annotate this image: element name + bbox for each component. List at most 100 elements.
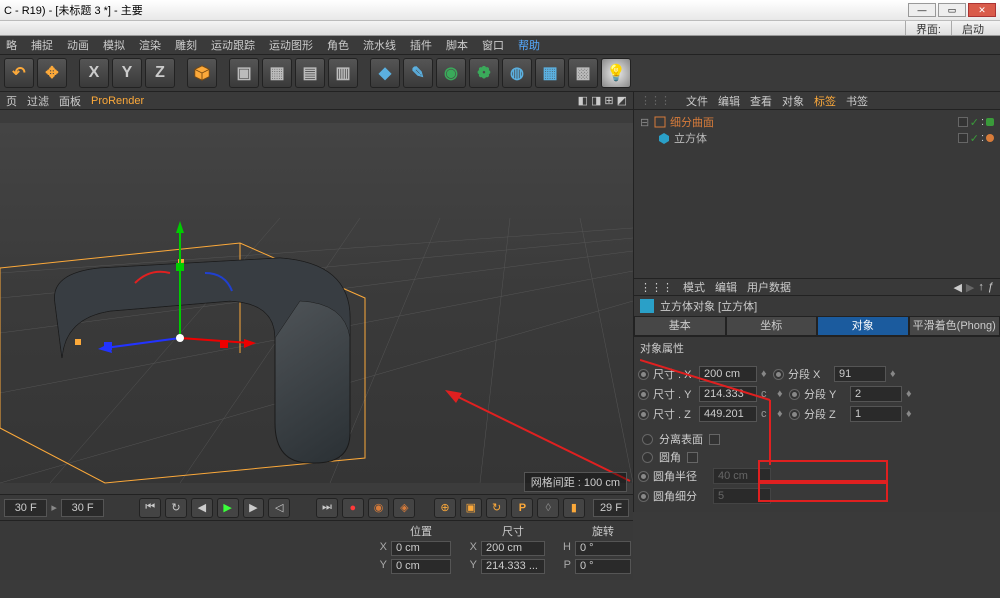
- undo-button[interactable]: ↶: [4, 58, 34, 88]
- size-z-input[interactable]: 449.201: [699, 406, 757, 422]
- anim-dot[interactable]: [773, 369, 784, 380]
- attr-tab[interactable]: 模式: [683, 279, 705, 295]
- key-scale-button[interactable]: ▣: [460, 498, 482, 518]
- view-tab[interactable]: 过滤: [27, 93, 49, 109]
- render-view-button[interactable]: ▣: [229, 58, 259, 88]
- nav-back-icon[interactable]: ◀: [953, 281, 961, 294]
- goto-end-button[interactable]: ⏭: [316, 498, 338, 518]
- menu-item[interactable]: 脚本: [446, 37, 468, 53]
- anim-dot[interactable]: [789, 409, 800, 420]
- spline-button[interactable]: ✎: [403, 58, 433, 88]
- next-frame-button[interactable]: ▶: [243, 498, 265, 518]
- perspective-viewport[interactable]: 网格间距 : 100 cm: [0, 110, 633, 496]
- axis-z-button[interactable]: Z: [145, 58, 175, 88]
- menu-item[interactable]: 渲染: [139, 37, 161, 53]
- current-frame-input[interactable]: 29 F: [593, 499, 629, 517]
- camera-button[interactable]: ▦: [535, 58, 565, 88]
- key-param-button[interactable]: P: [511, 498, 533, 518]
- size-x-input[interactable]: 200 cm: [699, 366, 757, 382]
- attr-tab-coord[interactable]: 坐标: [726, 316, 818, 336]
- objmgr-tab[interactable]: 书签: [846, 93, 868, 109]
- fn-icon[interactable]: ƒ: [988, 281, 994, 294]
- view-tab-prorender[interactable]: ProRender: [91, 95, 144, 107]
- axis-y-button[interactable]: Y: [112, 58, 142, 88]
- objmgr-tab[interactable]: 标签: [814, 93, 836, 109]
- menu-item[interactable]: 运动跟踪: [211, 37, 255, 53]
- frame-start-input[interactable]: 30 F: [4, 499, 47, 517]
- object-tree[interactable]: ⊟ 细分曲面 ✓: 立方体 ✓:: [634, 110, 1000, 278]
- menu-item[interactable]: 角色: [327, 37, 349, 53]
- play-range-icon[interactable]: ▸: [51, 501, 57, 514]
- attr-tab[interactable]: 编辑: [715, 279, 737, 295]
- objmgr-tab[interactable]: 文件: [686, 93, 708, 109]
- menu-item[interactable]: 动画: [67, 37, 89, 53]
- render-settings-button[interactable]: ▥: [328, 58, 358, 88]
- picture-viewer-button[interactable]: ▤: [295, 58, 325, 88]
- maximize-button[interactable]: ▭: [938, 3, 966, 17]
- objmgr-tab[interactable]: 编辑: [718, 93, 740, 109]
- autokey-button[interactable]: ◉: [368, 498, 390, 518]
- attr-tab-basic[interactable]: 基本: [634, 316, 726, 336]
- menu-item[interactable]: 模拟: [103, 37, 125, 53]
- grip-icon[interactable]: ⋮⋮⋮: [640, 281, 673, 294]
- nav-up-icon[interactable]: ↑: [978, 281, 984, 294]
- rot-h-input[interactable]: 0 °: [575, 541, 631, 556]
- frame-end-input[interactable]: 30 F: [61, 499, 104, 517]
- anim-dot[interactable]: [638, 409, 649, 420]
- generator-button[interactable]: ◉: [436, 58, 466, 88]
- key-pos-button[interactable]: ⊕: [434, 498, 456, 518]
- prev-key-button[interactable]: ◁: [268, 498, 290, 518]
- prev-frame-button[interactable]: ◀: [191, 498, 213, 518]
- tree-item-subdivision[interactable]: ⊟ 细分曲面 ✓:: [640, 114, 994, 130]
- size-x-input[interactable]: 200 cm: [481, 541, 545, 556]
- anim-dot[interactable]: [638, 369, 649, 380]
- minimize-button[interactable]: —: [908, 3, 936, 17]
- loop-button[interactable]: ↻: [165, 498, 187, 518]
- view-tab[interactable]: 页: [6, 93, 17, 109]
- menu-item[interactable]: 帮助: [518, 37, 540, 53]
- seg-x-input[interactable]: 91: [834, 366, 886, 382]
- menu-item[interactable]: 略: [6, 37, 17, 53]
- seg-z-input[interactable]: 1: [850, 406, 902, 422]
- key-rot-button[interactable]: ↻: [486, 498, 508, 518]
- key-pla-button[interactable]: ◊: [537, 498, 559, 518]
- anim-dot[interactable]: [642, 434, 653, 445]
- nav-fwd-icon[interactable]: ▶: [966, 281, 974, 294]
- view-tab[interactable]: 面板: [59, 93, 81, 109]
- view-icon[interactable]: ◩: [617, 94, 627, 107]
- fillet-checkbox[interactable]: [687, 452, 698, 463]
- deformer-button[interactable]: ❁: [469, 58, 499, 88]
- menu-item[interactable]: 运动图形: [269, 37, 313, 53]
- record-button[interactable]: ●: [342, 498, 364, 518]
- key-button[interactable]: ◈: [393, 498, 415, 518]
- menu-item[interactable]: 插件: [410, 37, 432, 53]
- move-tool[interactable]: ✥: [37, 58, 67, 88]
- menu-item[interactable]: 雕刻: [175, 37, 197, 53]
- view-icon[interactable]: ◨: [591, 94, 601, 107]
- size-y-input[interactable]: 214.333 ...: [481, 559, 545, 574]
- grip-icon[interactable]: ⋮⋮⋮: [640, 94, 670, 107]
- goto-start-button[interactable]: ⏮: [139, 498, 161, 518]
- objmgr-tab[interactable]: 查看: [750, 93, 772, 109]
- tree-item-cube[interactable]: 立方体 ✓:: [640, 130, 994, 146]
- cube-primitive-button[interactable]: [187, 58, 217, 88]
- size-y-input[interactable]: 214.333: [699, 386, 757, 402]
- objmgr-tab[interactable]: 对象: [782, 93, 804, 109]
- view-icon[interactable]: ⊞: [604, 94, 613, 107]
- menu-item[interactable]: 捕捉: [31, 37, 53, 53]
- layout-startup[interactable]: 启动: [951, 21, 994, 35]
- rot-p-input[interactable]: 0 °: [575, 559, 631, 574]
- anim-dot[interactable]: [638, 389, 649, 400]
- view-icon[interactable]: ◧: [578, 94, 588, 107]
- anim-dot[interactable]: [789, 389, 800, 400]
- pos-x-input[interactable]: 0 cm: [391, 541, 451, 556]
- film-button[interactable]: ▮: [563, 498, 585, 518]
- primitive-button[interactable]: ◆: [370, 58, 400, 88]
- menu-item[interactable]: 窗口: [482, 37, 504, 53]
- anim-dot[interactable]: [642, 452, 653, 463]
- play-button[interactable]: ▶: [217, 498, 239, 518]
- close-button[interactable]: ✕: [968, 3, 996, 17]
- seg-y-input[interactable]: 2: [850, 386, 902, 402]
- pos-y-input[interactable]: 0 cm: [391, 559, 451, 574]
- environment-button[interactable]: ◍: [502, 58, 532, 88]
